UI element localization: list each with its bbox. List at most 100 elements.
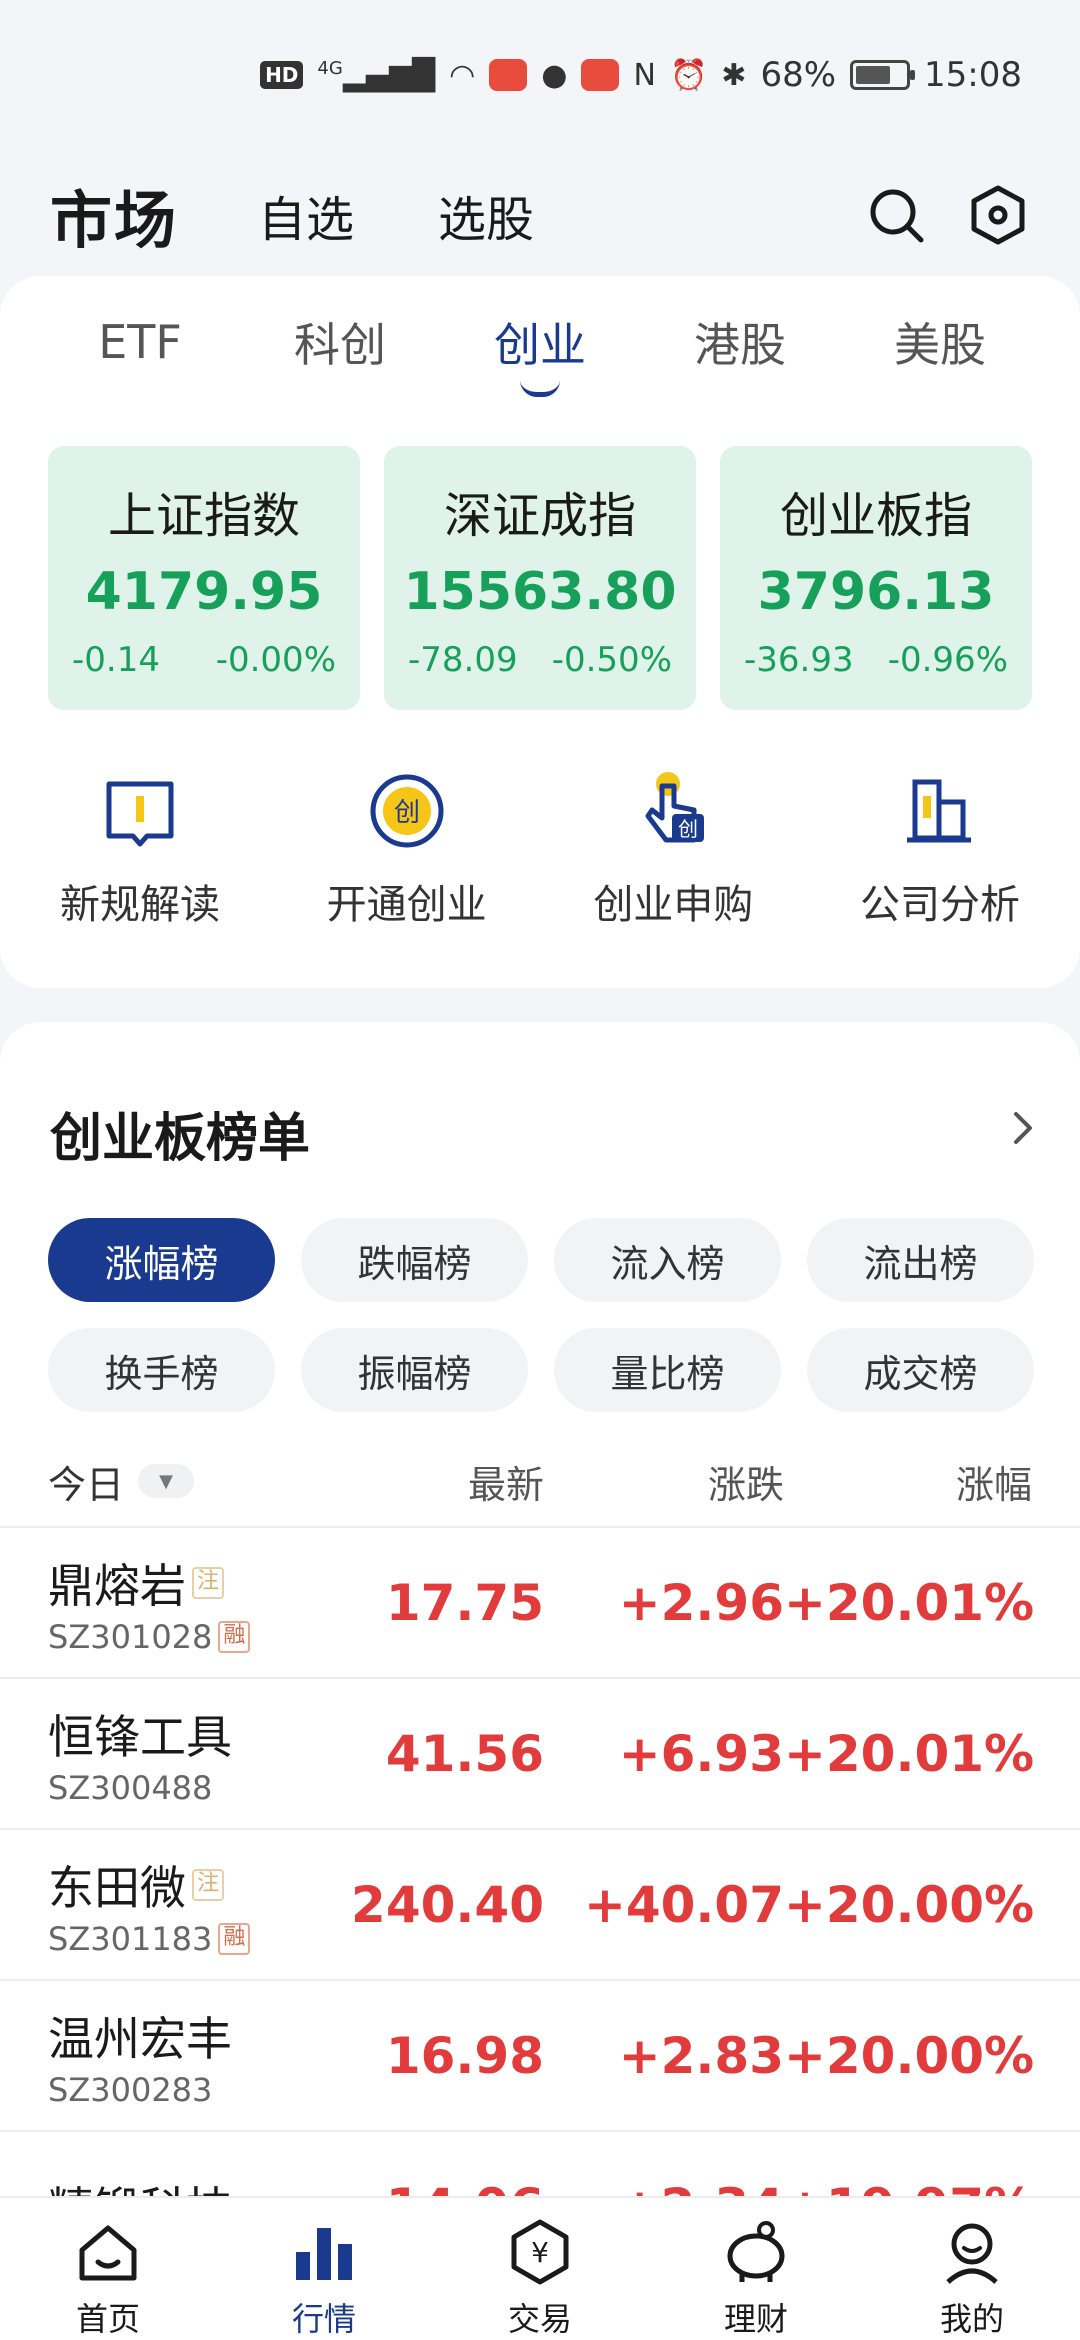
filter-trading-volume[interactable]: 成交榜 xyxy=(807,1328,1034,1412)
bluetooth-icon: ✱ xyxy=(721,57,747,93)
nav-home[interactable]: 首页 xyxy=(38,2216,178,2340)
wechat-icon: ● xyxy=(541,57,568,93)
ranking-header[interactable]: 创业板榜单 xyxy=(0,1068,1080,1198)
index-value: 4179.95 xyxy=(85,562,323,622)
svg-text:创: 创 xyxy=(678,817,698,841)
nav-profile[interactable]: 我的 xyxy=(902,2216,1042,2340)
nfc-icon: N xyxy=(633,57,656,93)
quick-action-label: 创业申购 xyxy=(593,882,754,928)
market-card: ETF 科创 创业 港股 美股 上证指数 4179.95 -0.14 -0.00%… xyxy=(0,276,1080,988)
price-change: +2.96 xyxy=(618,1573,784,1632)
column-percent[interactable]: 涨幅 xyxy=(784,1454,1032,1509)
stock-name: 恒锋工具 xyxy=(48,1709,232,1764)
registration-tag: 注 xyxy=(192,1868,224,1901)
filter-losers[interactable]: 跌幅榜 xyxy=(301,1218,528,1302)
tab-stock-picker[interactable]: 选股 xyxy=(438,180,534,250)
index-name: 深证成指 xyxy=(443,488,636,544)
tab-star-market[interactable]: 科创 xyxy=(260,309,420,375)
caret-down-icon[interactable]: ▼ xyxy=(138,1464,195,1498)
price-change: +2.83 xyxy=(618,2026,784,2085)
index-percent: -0.00% xyxy=(215,640,336,680)
index-change: -0.14 xyxy=(72,640,160,680)
chevron-right-icon[interactable] xyxy=(1012,1108,1036,1159)
wifi-icon: ◠ xyxy=(449,57,476,93)
quick-actions: 新规解读 创 开通创业 创 创业申购 公司分析 xyxy=(0,766,1080,930)
nav-wealth[interactable]: 理财 xyxy=(686,2216,826,2340)
stock-code: SZ300488 xyxy=(48,1768,213,1807)
table-row[interactable]: 东田微注 SZ301183 融 240.40 +40.07 +20.00% xyxy=(0,1828,1080,1979)
filter-inflow[interactable]: 流入榜 xyxy=(554,1218,781,1302)
svg-text:创: 创 xyxy=(394,798,420,828)
settings-icon[interactable] xyxy=(966,183,1030,247)
quick-action-company-analysis[interactable]: 公司分析 xyxy=(820,766,1060,930)
nav-label: 交易 xyxy=(507,2300,572,2338)
index-percent: -0.96% xyxy=(887,640,1008,680)
filter-turnover[interactable]: 换手榜 xyxy=(48,1328,275,1412)
table-row[interactable]: 温州宏丰 SZ300283 16.98 +2.83 +20.00% xyxy=(0,1979,1080,2130)
filter-outflow[interactable]: 流出榜 xyxy=(807,1218,1034,1302)
column-latest[interactable]: 最新 xyxy=(348,1454,544,1509)
index-name: 上证指数 xyxy=(107,488,300,544)
nav-market[interactable]: 行情 xyxy=(254,2216,394,2340)
filter-gainers[interactable]: 涨幅榜 xyxy=(48,1218,275,1302)
index-card-chinext[interactable]: 创业板指 3796.13 -36.93 -0.96% xyxy=(720,446,1032,710)
stock-code: SZ301183 xyxy=(48,1919,213,1958)
profile-icon xyxy=(936,2216,1008,2288)
tab-watchlist[interactable]: 自选 xyxy=(258,180,354,250)
bottom-nav: 首页 行情 ¥ 交易 理财 我的 xyxy=(0,2196,1080,2340)
stock-name: 温州宏丰 xyxy=(48,2011,232,2066)
index-value: 15563.80 xyxy=(403,562,677,622)
index-card-shenzhen[interactable]: 深证成指 15563.80 -78.09 -0.50% xyxy=(384,446,696,710)
battery-percent: 68% xyxy=(760,55,837,95)
column-change[interactable]: 涨跌 xyxy=(544,1454,784,1509)
price-change: +40.07 xyxy=(583,1875,784,1934)
registration-tag: 注 xyxy=(192,1566,224,1599)
tab-us-stocks[interactable]: 美股 xyxy=(860,309,1020,375)
status-bar: HD 4G▂▄▆█ ◠ ● N ⏰ ✱ 68% 15:08 xyxy=(0,0,1080,150)
clock: 15:08 xyxy=(924,55,1022,95)
nav-trade[interactable]: ¥ 交易 xyxy=(470,2216,610,2340)
tab-chinext[interactable]: 创业 xyxy=(460,309,620,397)
filter-amplitude[interactable]: 振幅榜 xyxy=(301,1328,528,1412)
nav-label: 我的 xyxy=(939,2300,1004,2338)
table-row[interactable]: 恒锋工具 SZ300488 41.56 +6.93 +20.01% xyxy=(0,1677,1080,1828)
date-selector-label[interactable]: 今日 xyxy=(48,1454,124,1509)
table-row[interactable]: 鼎熔岩注 SZ301028 融 17.75 +2.96 +20.01% xyxy=(0,1526,1080,1677)
index-cards: 上证指数 4179.95 -0.14 -0.00% 深证成指 15563.80 -… xyxy=(0,446,1080,710)
table-header: 今日 ▼ 最新 涨跌 涨幅 xyxy=(0,1436,1080,1526)
ranking-title: 创业板榜单 xyxy=(50,1108,311,1169)
top-nav: 市场 自选 选股 xyxy=(0,150,1080,280)
index-change: -78.09 xyxy=(408,640,518,680)
search-icon[interactable] xyxy=(864,183,928,247)
latest-price: 240.40 xyxy=(351,1875,544,1934)
ranking-filters: 涨幅榜 跌幅榜 流入榜 流出榜 换手榜 振幅榜 量比榜 成交榜 xyxy=(0,1218,1080,1412)
market-tabs: ETF 科创 创业 港股 美股 xyxy=(0,282,1080,402)
market-bars-icon xyxy=(288,2216,360,2288)
latest-price: 41.56 xyxy=(385,1724,544,1783)
percent-change: +20.01% xyxy=(784,1724,1035,1783)
quick-action-subscribe[interactable]: 创 创业申购 xyxy=(553,766,793,930)
quick-action-label: 新规解读 xyxy=(60,882,220,928)
filter-volume-ratio[interactable]: 量比榜 xyxy=(554,1328,781,1412)
quick-action-label: 公司分析 xyxy=(859,882,1020,928)
quick-action-open-account[interactable]: 创 开通创业 xyxy=(287,766,527,930)
home-icon xyxy=(72,2216,144,2288)
index-percent: -0.50% xyxy=(551,640,672,680)
stock-code: SZ300283 xyxy=(48,2070,213,2109)
price-change: +6.93 xyxy=(618,1724,784,1783)
stock-list: 鼎熔岩注 SZ301028 融 17.75 +2.96 +20.01% 恒锋工具 … xyxy=(0,1526,1080,2281)
quick-action-rules[interactable]: 新规解读 xyxy=(20,766,260,930)
latest-price: 17.75 xyxy=(385,1573,544,1632)
index-card-shanghai[interactable]: 上证指数 4179.95 -0.14 -0.00% xyxy=(48,446,360,710)
tab-hk-stocks[interactable]: 港股 xyxy=(660,309,820,375)
alarm-icon: ⏰ xyxy=(669,57,708,93)
tap-hand-icon: 创 xyxy=(628,766,718,856)
tab-etf[interactable]: ETF xyxy=(60,315,220,369)
index-name: 创业板指 xyxy=(779,488,972,544)
battery-icon xyxy=(850,60,916,90)
latest-price: 16.98 xyxy=(385,2026,544,2085)
page-title[interactable]: 市场 xyxy=(50,170,178,260)
nav-label: 首页 xyxy=(75,2300,140,2338)
stock-name: 东田微 xyxy=(48,1860,186,1915)
app-notification-icon-2 xyxy=(581,59,620,91)
